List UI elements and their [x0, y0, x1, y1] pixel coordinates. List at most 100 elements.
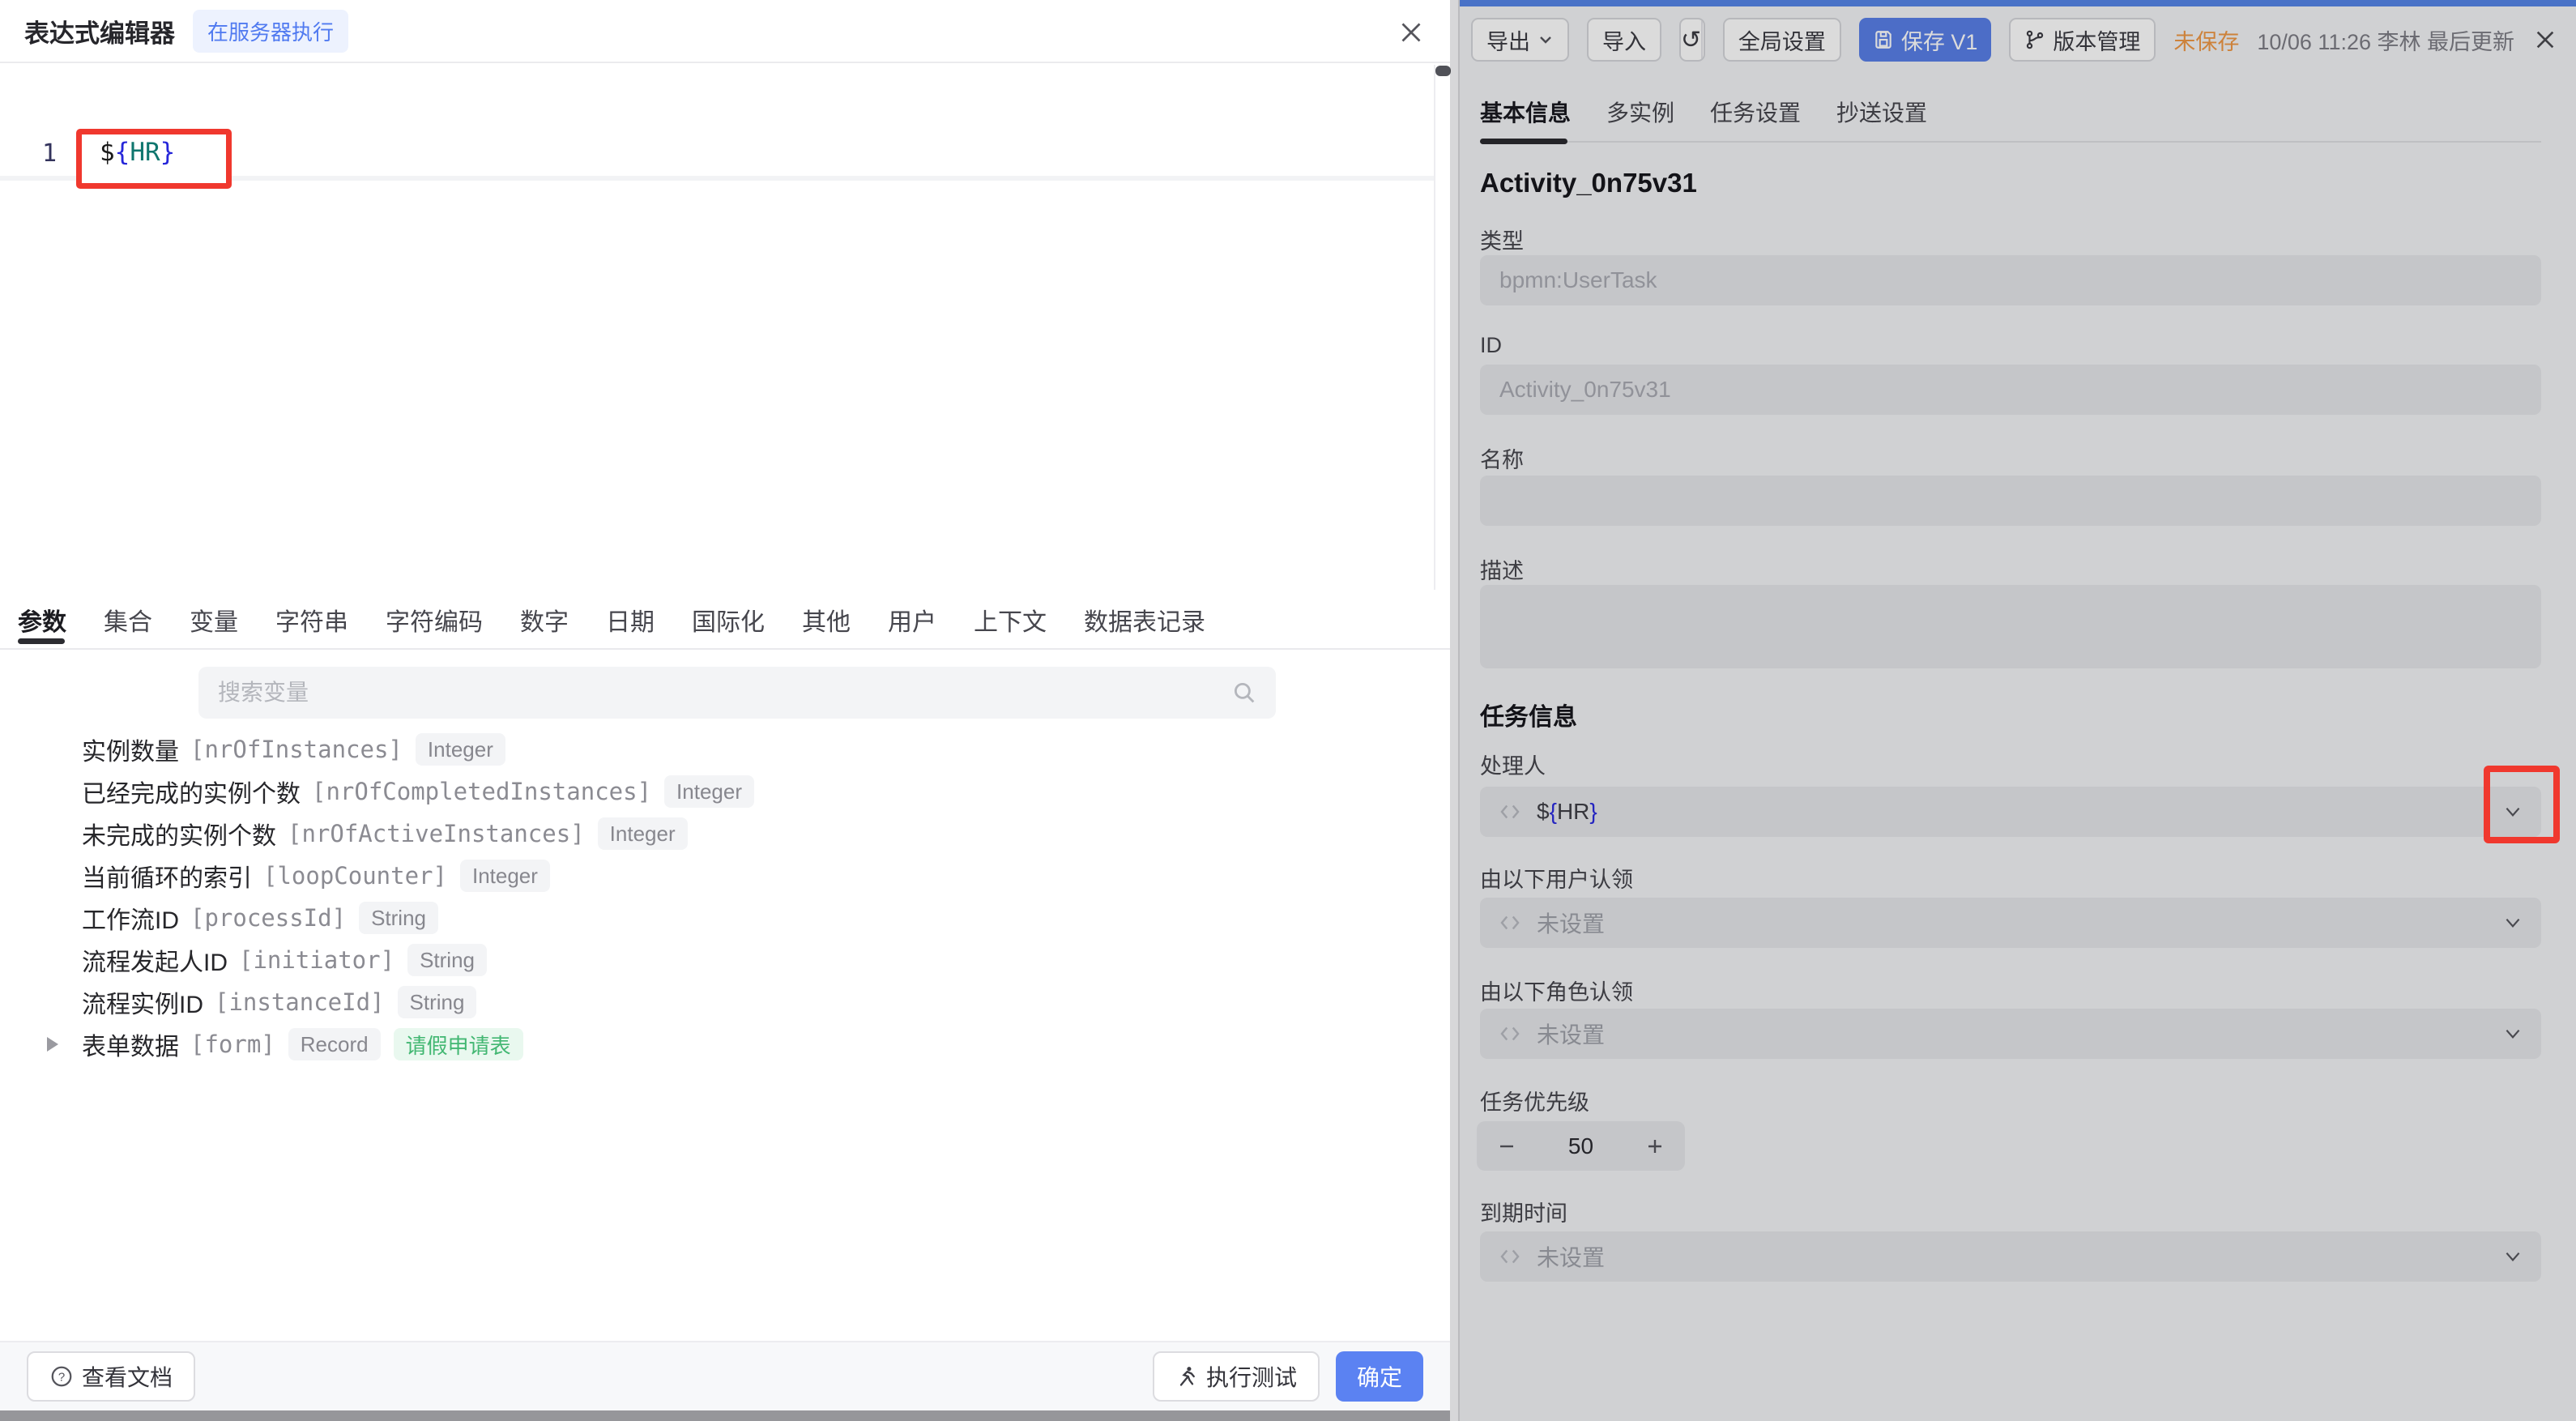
save-label: 保存 V1	[1901, 24, 1978, 56]
plus-button[interactable]	[1643, 1137, 1667, 1156]
variable-key: [processId]	[190, 904, 346, 932]
name-input[interactable]	[1498, 487, 2523, 514]
tab-string[interactable]: 字符串	[275, 602, 348, 638]
tab-context[interactable]: 上下文	[974, 602, 1047, 638]
search-input[interactable]	[216, 679, 1230, 706]
confirm-label: 确定	[1357, 1360, 1402, 1393]
expand-caret-icon[interactable]	[47, 1037, 58, 1052]
last-updated-text: 10/06 11:26 李林 最后更新	[2257, 24, 2514, 56]
panel-tabs: 基本信息 多实例 任务设置 抄送设置	[1480, 96, 1927, 128]
panel-close-button[interactable]	[2532, 27, 2558, 53]
app-root: 导出 导入 ↺ ↻ 全局设置	[0, 0, 2576, 1421]
claim-user-select[interactable]: 未设置	[1480, 898, 2541, 948]
list-item[interactable]: 流程实例ID [instanceId] String	[0, 981, 1434, 1023]
plus-icon	[1645, 1137, 1665, 1156]
type-field	[1480, 255, 2541, 305]
undo-button[interactable]: ↺	[1681, 19, 1701, 60]
export-button[interactable]: 导出	[1471, 18, 1569, 62]
tab-collection[interactable]: 集合	[104, 602, 152, 638]
type-badge: Integer	[416, 733, 505, 766]
properties-region: 导出 导入 ↺ ↻ 全局设置	[1450, 0, 2576, 1421]
list-item[interactable]: 实例数量 [nrOfInstances] Integer	[0, 728, 1434, 770]
expression-editor-dialog: 表达式编辑器 在服务器执行 1 ${HR} 参数 集合 变量 字符串 字符编码 …	[0, 0, 1450, 1410]
version-manage-button[interactable]: 版本管理	[2009, 18, 2156, 62]
undo-redo-group: ↺ ↻	[1679, 18, 1705, 62]
code-editor[interactable]: 1 ${HR}	[0, 65, 1434, 590]
run-test-button[interactable]: 执行测试	[1153, 1351, 1320, 1402]
tab-task-settings[interactable]: 任务设置	[1710, 96, 1801, 128]
variable-key: [nrOfInstances]	[190, 736, 403, 763]
variable-list: 实例数量 [nrOfInstances] Integer 已经完成的实例个数 […	[0, 728, 1434, 1065]
description-field[interactable]	[1480, 585, 2541, 668]
export-label: 导出	[1486, 24, 1530, 56]
chevron-down-icon	[2502, 912, 2523, 933]
tab-other[interactable]: 其他	[802, 602, 851, 638]
list-item[interactable]: 工作流ID [processId] String	[0, 897, 1434, 939]
editor-scrollbar[interactable]	[1435, 66, 1451, 76]
type-badge: Integer	[598, 817, 688, 850]
redo-button[interactable]: ↻	[1701, 19, 1705, 60]
variable-search[interactable]	[198, 667, 1276, 719]
chevron-down-icon	[2502, 1023, 2523, 1044]
tab-variable[interactable]: 变量	[190, 602, 238, 638]
tab-number[interactable]: 数字	[520, 602, 569, 638]
assignee-expression-dollar: $	[1537, 799, 1550, 825]
list-item[interactable]: 未完成的实例个数 [nrOfActiveInstances] Integer	[0, 813, 1434, 855]
list-item[interactable]: 流程发起人ID [initiator] String	[0, 939, 1434, 981]
variable-key: [instanceId]	[215, 988, 385, 1016]
variable-name: 已经完成的实例个数	[82, 774, 301, 809]
server-exec-badge: 在服务器执行	[193, 10, 348, 53]
priority-stepper: 50	[1477, 1121, 1685, 1171]
global-settings-button[interactable]: 全局设置	[1723, 18, 1841, 62]
assignee-select[interactable]: ${HR}	[1480, 787, 2541, 837]
unsaved-status: 未保存	[2173, 24, 2239, 56]
minus-button[interactable]	[1495, 1137, 1519, 1156]
run-icon	[1175, 1365, 1198, 1388]
claim-role-select[interactable]: 未设置	[1480, 1009, 2541, 1059]
list-item[interactable]: 表单数据 [form] Record 请假申请表	[0, 1023, 1434, 1065]
variable-name: 未完成的实例个数	[82, 816, 276, 851]
properties-panel: 导出 导入 ↺ ↻ 全局设置	[1458, 0, 2576, 1421]
run-test-label: 执行测试	[1206, 1360, 1297, 1393]
description-input[interactable]	[1498, 585, 2523, 672]
due-time-select[interactable]: 未设置	[1480, 1231, 2541, 1282]
tab-user[interactable]: 用户	[888, 602, 936, 638]
code-icon	[1498, 1244, 1522, 1269]
save-button[interactable]: 保存 V1	[1859, 18, 1992, 62]
dialog-close-button[interactable]	[1395, 16, 1427, 49]
type-badge: Integer	[664, 775, 754, 808]
close-icon	[2532, 27, 2558, 53]
claim-user-value: 未设置	[1537, 907, 1605, 939]
code-brace-open: {	[115, 138, 130, 167]
tab-multi-instance[interactable]: 多实例	[1606, 96, 1674, 128]
tab-i18n[interactable]: 国际化	[692, 602, 765, 638]
variable-name: 流程实例ID	[82, 984, 203, 1020]
panel-top-accent	[1460, 0, 2576, 6]
variable-name: 当前循环的索引	[82, 858, 252, 894]
priority-value[interactable]: 50	[1519, 1133, 1643, 1159]
tab-params[interactable]: 参数	[18, 602, 66, 638]
close-icon	[1397, 18, 1426, 47]
due-time-value: 未设置	[1537, 1240, 1605, 1273]
confirm-button[interactable]: 确定	[1336, 1351, 1423, 1402]
view-docs-button[interactable]: ? 查看文档	[27, 1351, 195, 1402]
tab-basic-info[interactable]: 基本信息	[1480, 96, 1571, 128]
variable-key: [nrOfCompletedInstances]	[312, 778, 651, 805]
code-icon	[1498, 1022, 1522, 1046]
tab-cc-settings[interactable]: 抄送设置	[1836, 96, 1927, 128]
type-badge: String	[359, 902, 438, 934]
version-manage-label: 版本管理	[2053, 24, 2140, 56]
list-item[interactable]: 当前循环的索引 [loopCounter] Integer	[0, 855, 1434, 897]
tab-encoding[interactable]: 字符编码	[386, 602, 483, 638]
list-item[interactable]: 已经完成的实例个数 [nrOfCompletedInstances] Integ…	[0, 770, 1434, 813]
name-field[interactable]	[1480, 476, 2541, 526]
search-icon	[1230, 679, 1258, 706]
import-button[interactable]: 导入	[1587, 18, 1661, 62]
code-icon	[1498, 800, 1522, 824]
type-label: 类型	[1480, 224, 1524, 255]
annotation-box	[2484, 766, 2560, 843]
code-icon	[1498, 911, 1522, 935]
claim-user-label: 由以下用户认领	[1480, 862, 1633, 894]
tab-date[interactable]: 日期	[606, 602, 655, 638]
tab-table-record[interactable]: 数据表记录	[1084, 602, 1205, 638]
